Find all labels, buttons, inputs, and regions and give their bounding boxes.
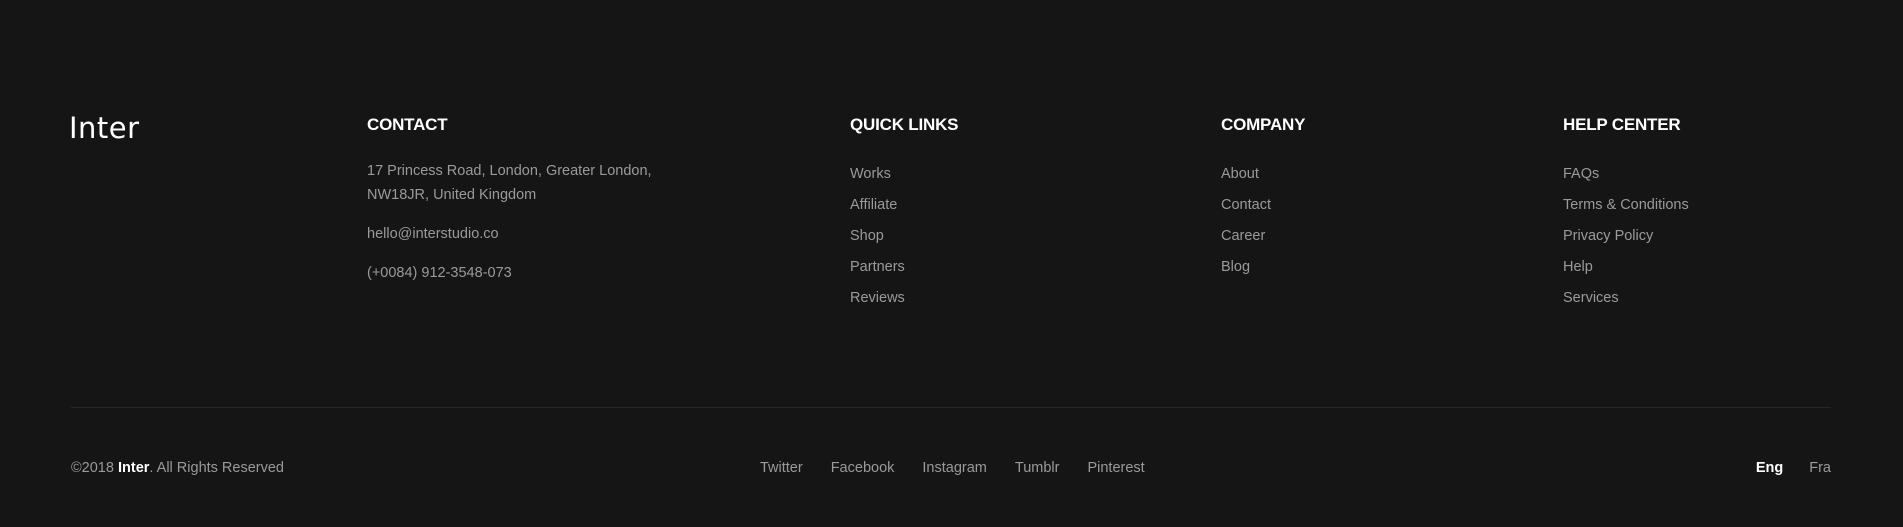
footer-divider <box>71 407 1831 408</box>
company-links-list: About Contact Career Blog <box>1221 159 1305 283</box>
language-option-eng[interactable]: Eng <box>1756 458 1783 478</box>
company-link-blog[interactable]: Blog <box>1221 252 1305 283</box>
copyright-brand: Inter <box>117 460 150 476</box>
contact-address: 17 Princess Road, London, Greater London… <box>367 159 652 207</box>
help-link-help[interactable]: Help <box>1563 252 1689 283</box>
quick-link-shop[interactable]: Shop <box>850 221 958 252</box>
quick-links-title: QUICK LINKS <box>850 115 959 134</box>
social-link-instagram[interactable]: Instagram <box>922 458 986 478</box>
help-link-faqs[interactable]: FAQs <box>1563 159 1689 190</box>
quick-links-column: QUICK LINKS Works Affiliate Shop Partner… <box>850 113 959 314</box>
social-link-pinterest[interactable]: Pinterest <box>1087 458 1144 478</box>
quick-link-works[interactable]: Works <box>850 159 958 190</box>
company-title: COMPANY <box>1221 115 1306 134</box>
social-link-tumblr[interactable]: Tumblr <box>1015 458 1060 478</box>
help-link-services[interactable]: Services <box>1563 283 1689 314</box>
help-center-links-list: FAQs Terms & Conditions Privacy Policy H… <box>1563 159 1689 314</box>
social-links: Twitter Facebook Instagram Tumblr Pinter… <box>760 458 1145 478</box>
contact-info: 17 Princess Road, London, Greater London… <box>367 159 652 285</box>
help-center-title: HELP CENTER <box>1563 115 1681 134</box>
help-center-column: HELP CENTER FAQs Terms & Conditions Priv… <box>1563 113 1689 314</box>
copyright-prefix: ©2018 <box>71 460 118 476</box>
company-column: COMPANY About Contact Career Blog <box>1221 113 1305 283</box>
quick-link-reviews[interactable]: Reviews <box>850 283 958 314</box>
copyright-suffix: . All Rights Reserved <box>149 460 284 476</box>
language-option-fra[interactable]: Fra <box>1809 458 1831 478</box>
company-link-about[interactable]: About <box>1221 159 1305 190</box>
language-switcher: Eng Fra <box>1730 458 1831 478</box>
company-link-career[interactable]: Career <box>1221 221 1305 252</box>
address-line-1: 17 Princess Road, London, Greater London… <box>367 163 652 179</box>
help-link-terms[interactable]: Terms & Conditions <box>1563 190 1689 221</box>
help-link-privacy[interactable]: Privacy Policy <box>1563 221 1689 252</box>
contact-email[interactable]: hello@interstudio.co <box>367 222 652 246</box>
quick-links-list: Works Affiliate Shop Partners Reviews <box>850 159 958 314</box>
contact-phone[interactable]: (+0084) 912-3548-073 <box>367 261 652 285</box>
social-link-twitter[interactable]: Twitter <box>760 458 803 478</box>
contact-title: CONTACT <box>367 115 448 134</box>
social-link-facebook[interactable]: Facebook <box>831 458 895 478</box>
company-link-contact[interactable]: Contact <box>1221 190 1305 221</box>
quick-link-partners[interactable]: Partners <box>850 252 958 283</box>
address-line-2: NW18JR, United Kingdom <box>367 187 537 203</box>
logo[interactable]: Inter <box>69 110 140 146</box>
copyright: ©2018 Inter. All Rights Reserved <box>71 458 284 478</box>
contact-column: CONTACT 17 Princess Road, London, Greate… <box>367 113 652 285</box>
quick-link-affiliate[interactable]: Affiliate <box>850 190 958 221</box>
